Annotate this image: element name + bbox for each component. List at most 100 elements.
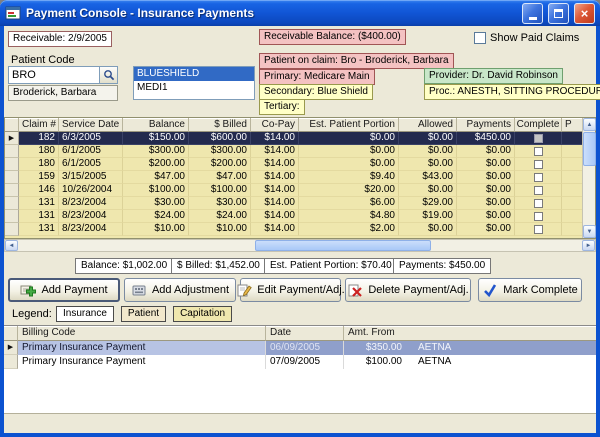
claims-grid-row[interactable]: 159 3/15/2005 $47.00 $47.00 $14.00 $9.40… xyxy=(5,171,582,184)
insurance-plan-listbox[interactable]: BLUESHIELD MEDI1 xyxy=(133,66,255,100)
cell-billed: $100.00 xyxy=(189,184,251,197)
client-area: Receivable: 2/9/2005 Receivable Balance:… xyxy=(4,26,596,433)
show-paid-claims[interactable]: Show Paid Claims xyxy=(474,32,579,44)
claims-grid-row[interactable]: 131 8/23/2004 $24.00 $24.00 $14.00 $4.80… xyxy=(5,210,582,223)
magnifier-icon xyxy=(103,69,115,81)
patient-code-input[interactable] xyxy=(8,66,100,84)
row-selector-gutter[interactable] xyxy=(5,145,19,158)
patient-search-button[interactable] xyxy=(100,66,118,84)
delete-payment-label: Delete Payment/Adj. xyxy=(368,284,468,296)
cell-claim-number: 146 xyxy=(19,184,59,197)
col-copay[interactable]: Co-Pay xyxy=(251,118,299,132)
procedure-field: Proc.: ANESTH, SITTING PROCEDURE xyxy=(424,84,600,100)
col-billing-code[interactable]: Billing Code xyxy=(18,326,266,341)
payment-row[interactable]: Primary Insurance Payment 07/09/2005 $10… xyxy=(4,355,596,369)
claims-grid-row[interactable]: ▶ 182 6/3/2005 $150.00 $600.00 $14.00 $0… xyxy=(5,132,582,145)
minimize-icon xyxy=(529,17,537,20)
payment-row[interactable]: ▶ Primary Insurance Payment 06/09/2005 $… xyxy=(4,341,596,355)
primary-insurance-field: Primary: Medicare Main xyxy=(259,69,375,85)
minimize-button[interactable] xyxy=(522,3,543,24)
cell-allowed: $0.00 xyxy=(399,158,457,171)
legend-capitation: Capitation xyxy=(173,306,232,322)
horizontal-scroll-thumb[interactable] xyxy=(255,240,431,251)
claims-vertical-scrollbar[interactable]: ▲ ▼ xyxy=(582,118,595,238)
edit-payment-button[interactable]: Edit Payment/Adj. xyxy=(240,278,341,302)
row-selector-gutter[interactable] xyxy=(5,197,19,210)
legend-insurance: Insurance xyxy=(56,306,114,322)
cell-payments: $0.00 xyxy=(457,197,515,210)
cell-payments: $0.00 xyxy=(457,223,515,236)
scroll-right-button[interactable]: ► xyxy=(582,240,595,251)
cell-payments: $0.00 xyxy=(457,210,515,223)
claims-grid-row[interactable]: 131 8/23/2004 $10.00 $10.00 $14.00 $2.00… xyxy=(5,223,582,236)
cell-complete xyxy=(515,171,562,184)
complete-checkbox[interactable] xyxy=(534,173,543,182)
vertical-scroll-thumb[interactable] xyxy=(583,132,596,166)
close-button[interactable]: × xyxy=(574,3,595,24)
cell-service-date: 3/15/2005 xyxy=(59,171,123,184)
patient-name-field: Broderick, Barbara xyxy=(8,85,118,101)
tertiary-insurance-field: Tertiary: xyxy=(259,99,305,115)
payments-table-header: Billing Code Date Amt. From xyxy=(4,326,596,341)
delete-x-icon xyxy=(347,282,363,298)
row-selector-gutter[interactable] xyxy=(5,158,19,171)
row-selector-gutter[interactable] xyxy=(5,184,19,197)
scroll-up-button[interactable]: ▲ xyxy=(583,118,596,131)
cell-payments: $450.00 xyxy=(457,132,515,145)
total-est-patient-portion: Est. Patient Portion: $70.40 xyxy=(264,258,398,274)
maximize-button[interactable] xyxy=(548,3,569,24)
plan-item-blueshield[interactable]: BLUESHIELD xyxy=(134,67,254,81)
claims-grid-row[interactable]: 180 6/1/2005 $200.00 $200.00 $14.00 $0.0… xyxy=(5,158,582,171)
complete-checkbox[interactable] xyxy=(534,212,543,221)
cell-copay: $14.00 xyxy=(251,145,299,158)
cell-allowed: $19.00 xyxy=(399,210,457,223)
complete-checkbox[interactable] xyxy=(534,134,543,143)
col-balance[interactable]: Balance xyxy=(123,118,189,132)
row-selector-gutter[interactable]: ▶ xyxy=(5,132,19,145)
cell-balance: $47.00 xyxy=(123,171,189,184)
complete-checkbox[interactable] xyxy=(534,147,543,156)
cell-claim-number: 159 xyxy=(19,171,59,184)
add-adjustment-icon xyxy=(131,282,147,298)
col-billed[interactable]: $ Billed xyxy=(189,118,251,132)
col-amt-from[interactable]: Amt. From xyxy=(344,326,596,341)
claims-grid-row[interactable]: 146 10/26/2004 $100.00 $100.00 $14.00 $2… xyxy=(5,184,582,197)
col-est-patient-portion[interactable]: Est. Patient Portion xyxy=(299,118,399,132)
row-selector-gutter[interactable] xyxy=(5,223,19,236)
claims-grid-row[interactable]: 180 6/1/2005 $300.00 $300.00 $14.00 $0.0… xyxy=(5,145,582,158)
show-paid-claims-checkbox[interactable] xyxy=(474,32,486,44)
row-selector-gutter[interactable] xyxy=(4,355,18,369)
row-selector-gutter[interactable] xyxy=(5,171,19,184)
col-payments[interactable]: Payments xyxy=(457,118,515,132)
col-claim-number[interactable]: Claim # xyxy=(19,118,59,132)
receivable-field: Receivable: 2/9/2005 xyxy=(8,31,112,47)
mark-complete-button[interactable]: Mark Complete xyxy=(478,278,582,302)
complete-checkbox[interactable] xyxy=(534,160,543,169)
row-selector-gutter[interactable] xyxy=(5,210,19,223)
plan-item-medi1[interactable]: MEDI1 xyxy=(134,81,254,95)
cell-balance: $30.00 xyxy=(123,197,189,210)
complete-checkbox[interactable] xyxy=(534,199,543,208)
claims-horizontal-scrollbar[interactable]: ◄ ► xyxy=(4,239,596,252)
cell-date: 06/09/2005 xyxy=(266,341,344,355)
scroll-left-button[interactable]: ◄ xyxy=(5,240,18,251)
col-overflow[interactable]: P xyxy=(562,118,582,132)
cell-billed: $24.00 xyxy=(189,210,251,223)
titlebar[interactable]: Payment Console - Insurance Payments × xyxy=(0,0,600,26)
complete-checkbox[interactable] xyxy=(534,225,543,234)
row-selector-gutter[interactable]: ▶ xyxy=(4,341,18,355)
col-complete[interactable]: Complete xyxy=(515,118,562,132)
delete-payment-button[interactable]: Delete Payment/Adj. xyxy=(345,278,471,302)
cell-claim-number: 131 xyxy=(19,197,59,210)
cell-payments: $0.00 xyxy=(457,145,515,158)
col-service-date[interactable]: Service Date xyxy=(59,118,123,132)
scroll-down-button[interactable]: ▼ xyxy=(583,225,596,238)
complete-checkbox[interactable] xyxy=(534,186,543,195)
add-payment-button[interactable]: Add Payment xyxy=(8,278,120,302)
patient-on-claim-field: Patient on claim: Bro - Broderick, Barba… xyxy=(259,53,454,69)
col-allowed[interactable]: Allowed xyxy=(399,118,457,132)
add-adjustment-button[interactable]: Add Adjustment xyxy=(124,278,236,302)
col-date[interactable]: Date xyxy=(266,326,344,341)
payments-table-body: ▶ Primary Insurance Payment 06/09/2005 $… xyxy=(4,341,596,369)
claims-grid-row[interactable]: 131 8/23/2004 $30.00 $30.00 $14.00 $6.00… xyxy=(5,197,582,210)
